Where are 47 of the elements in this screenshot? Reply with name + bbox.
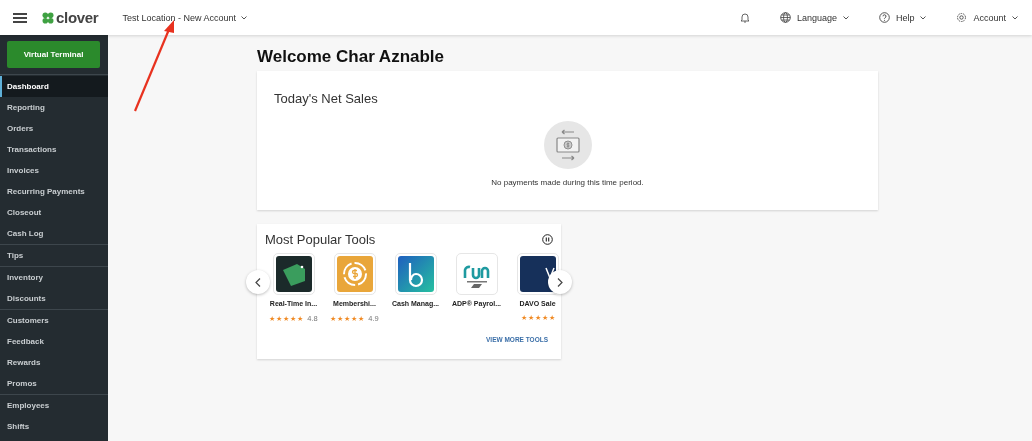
empty-message: No payments made during this time period. [491,178,644,187]
app-logo-loop-icon[interactable] [394,253,437,295]
menu-icon[interactable] [13,12,27,23]
previous-button[interactable] [246,270,270,294]
help-icon [878,12,890,23]
sidebar-item[interactable]: Promos [0,373,108,394]
sidebar-item[interactable]: Tips [0,245,108,266]
app-logo-run-icon[interactable] [455,253,498,295]
sidebar-item[interactable]: Customers [0,310,108,331]
virtual-terminal-button[interactable]: Virtual Terminal [7,41,100,68]
top-menu[interactable]: Account [956,12,1018,23]
sidebar-item[interactable]: Recurring Payments [0,181,108,202]
settings-icon [956,12,968,23]
pause-icon[interactable] [542,234,553,245]
sidebar-item[interactable]: Transactions [0,139,108,160]
caret-icon [240,15,247,20]
sidebar-item[interactable]: Dashboard [0,76,108,97]
caret-icon [920,15,927,20]
top-menu[interactable]: Language [779,12,849,23]
sidebar-item[interactable]: Inventory [0,267,108,288]
logo-text: clover [56,9,99,26]
sidebar-item[interactable]: Closeout [0,202,108,223]
sidebar-item[interactable]: Shifts [0,416,108,437]
sidebar-item[interactable]: Employees [0,395,108,416]
caret-icon [842,15,849,20]
chevron-right-icon [557,277,563,287]
app-logo-davo-icon[interactable] [516,253,559,295]
caret-icon [1012,15,1018,20]
bell-icon[interactable] [739,12,750,23]
sidebar-item[interactable]: Orders [0,118,108,139]
app-logo-tag-icon[interactable] [272,253,315,295]
sidebar-item[interactable]: Cash Log [0,223,108,244]
welcome-heading: Welcome Char Aznable [257,47,446,67]
card-title: Today's Net Sales [274,91,379,106]
card-title: Most Popular Tools [265,232,376,247]
sidebar-item[interactable]: Discounts [0,288,108,309]
money-transfer-icon [543,121,592,169]
clover-leaf-icon [42,11,54,24]
location-selector[interactable]: Test Location - New Account [122,12,247,23]
chevron-left-icon [255,277,261,287]
sidebar-item[interactable]: Invoices [0,160,108,181]
globe-icon [779,12,791,23]
sidebar-item[interactable]: Rewards [0,352,108,373]
top-menu[interactable]: Help [878,12,927,23]
next-button[interactable] [548,270,572,294]
sidebar-item[interactable]: Reporting [0,97,108,118]
sidebar-item[interactable]: Feedback [0,331,108,352]
